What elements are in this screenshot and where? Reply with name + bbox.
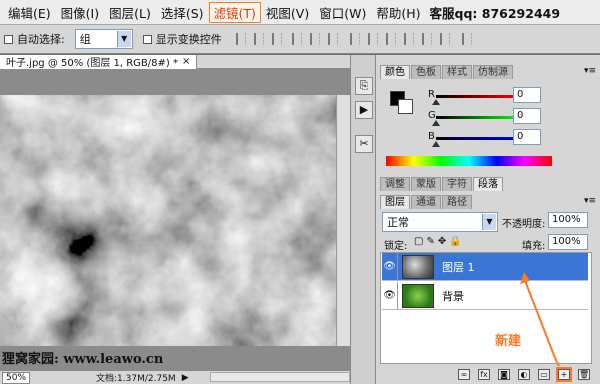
fx-icon[interactable]: fx bbox=[478, 368, 490, 380]
color-spectrum-bar[interactable] bbox=[386, 156, 552, 166]
panels-dock: 颜色 色板 样式 仿制源 ▾≡ R 0 G 0 B 0 调整 蒙版 字符 段落 … bbox=[376, 55, 600, 384]
channel-b-handle[interactable] bbox=[432, 141, 440, 147]
auto-select-value: 组 bbox=[79, 33, 91, 46]
channel-r-slider[interactable] bbox=[436, 95, 518, 98]
menu-bar: 编辑(E) 图像(I) 图层(L) 选择(S) 滤镜(T) 视图(V) 窗口(W… bbox=[0, 0, 600, 24]
tab-paths[interactable]: 路径 bbox=[442, 195, 472, 209]
tab-styles[interactable]: 样式 bbox=[442, 65, 472, 79]
zoom-field[interactable]: 50% bbox=[2, 371, 31, 384]
annotation-arrow bbox=[520, 272, 560, 367]
options-bar: 自动选择: 组 ▼ 显示变换控件 bbox=[0, 24, 600, 54]
tab-layers[interactable]: 图层 bbox=[380, 195, 410, 209]
show-transform-checkbox[interactable] bbox=[142, 34, 152, 44]
distribute-top-icon[interactable] bbox=[349, 33, 360, 45]
chevron-down-icon: ▼ bbox=[116, 31, 131, 47]
layer-thumbnail bbox=[402, 254, 434, 279]
distribute-right-icon[interactable] bbox=[439, 33, 450, 45]
actions-icon[interactable]: ▶ bbox=[355, 101, 373, 119]
adjust-panel-tabs: 调整 蒙版 字符 段落 bbox=[380, 177, 504, 191]
channel-g-slider[interactable] bbox=[436, 116, 518, 119]
align-bottom-icon[interactable] bbox=[271, 33, 282, 45]
auto-select-label: 自动选择: bbox=[17, 33, 65, 46]
tab-paragraph[interactable]: 段落 bbox=[473, 177, 503, 191]
align-top-icon[interactable] bbox=[235, 33, 246, 45]
chevron-down-icon: ▼ bbox=[482, 214, 496, 230]
document-tab-bar: 叶子.jpg @ 50% (图层 1, RGB/8#) * × bbox=[0, 54, 376, 69]
align-vcenter-icon[interactable] bbox=[253, 33, 264, 45]
horizontal-scrollbar[interactable] bbox=[210, 372, 350, 382]
tab-masks[interactable]: 蒙版 bbox=[411, 177, 441, 191]
tab-clone-source[interactable]: 仿制源 bbox=[473, 65, 513, 79]
new-group-icon[interactable]: ▭ bbox=[538, 368, 550, 380]
eye-icon[interactable]: 👁 bbox=[382, 281, 398, 310]
auto-align-icon[interactable] bbox=[461, 33, 472, 45]
fill-label: 填充: bbox=[522, 241, 546, 252]
link-layers-icon[interactable]: ∞ bbox=[458, 368, 470, 380]
channel-g-input[interactable]: 0 bbox=[513, 108, 541, 124]
cloud-texture bbox=[0, 95, 336, 346]
color-panel-tabs: 颜色 色板 样式 仿制源 bbox=[380, 65, 514, 79]
panel-icon-strip: ⎘ ▶ ✂ bbox=[350, 55, 376, 384]
panel-menu-icon[interactable]: ▾≡ bbox=[584, 66, 596, 76]
channel-r-handle[interactable] bbox=[432, 99, 440, 105]
adjustment-layer-icon[interactable]: ◐ bbox=[518, 368, 530, 380]
watermark-text: 狸窝家园: www.leawo.cn bbox=[2, 352, 164, 367]
channel-r-input[interactable]: 0 bbox=[513, 87, 541, 103]
lock-icons[interactable]: ▢✎✥🔒 bbox=[414, 236, 465, 247]
trash-icon[interactable]: 🗑 bbox=[578, 368, 590, 380]
auto-select-dropdown[interactable]: 组 ▼ bbox=[74, 29, 133, 49]
add-mask-icon[interactable]: ◙ bbox=[498, 368, 510, 380]
vertical-scrollbar[interactable] bbox=[336, 95, 350, 346]
menu-filter[interactable]: 滤镜(T) bbox=[208, 1, 261, 23]
opacity-label: 不透明度: bbox=[502, 219, 546, 230]
fill-input[interactable]: 100% bbox=[548, 234, 588, 250]
lock-label: 锁定: bbox=[384, 241, 408, 252]
layer-thumbnail bbox=[402, 283, 434, 308]
menu-select[interactable]: 选择(S) bbox=[156, 3, 209, 22]
align-hcenter-icon[interactable] bbox=[309, 33, 320, 45]
menu-image[interactable]: 图像(I) bbox=[56, 3, 104, 22]
status-arrow-icon[interactable]: ▶ bbox=[182, 373, 189, 383]
service-qq: 客服qq: 876292449 bbox=[429, 5, 561, 21]
distribute-left-icon[interactable] bbox=[403, 33, 414, 45]
document-tab-title: 叶子.jpg @ 50% (图层 1, RGB/8#) * bbox=[6, 58, 178, 69]
auto-select-checkbox[interactable] bbox=[4, 34, 13, 44]
align-left-icon[interactable] bbox=[291, 33, 302, 45]
tool-presets-icon[interactable]: ✂ bbox=[355, 135, 373, 153]
tab-swatches[interactable]: 色板 bbox=[411, 65, 441, 79]
document-tab[interactable]: 叶子.jpg @ 50% (图层 1, RGB/8#) * × bbox=[0, 54, 198, 69]
show-transform-label: 显示变换控件 bbox=[155, 33, 222, 46]
layers-panel-tabs: 图层 通道 路径 bbox=[380, 195, 473, 209]
blend-mode-dropdown[interactable]: 正常 ▼ bbox=[382, 212, 498, 232]
background-color-swatch[interactable] bbox=[398, 99, 413, 114]
align-right-icon[interactable] bbox=[327, 33, 338, 45]
blend-mode-value: 正常 bbox=[387, 216, 409, 229]
tab-color[interactable]: 颜色 bbox=[380, 65, 410, 79]
menu-help[interactable]: 帮助(H) bbox=[371, 3, 425, 22]
annotation-label: 新建 bbox=[495, 334, 522, 349]
menu-window[interactable]: 窗口(W) bbox=[314, 3, 371, 22]
eye-icon[interactable]: 👁 bbox=[382, 252, 398, 281]
layers-panel-menu-icon[interactable]: ▾≡ bbox=[584, 196, 596, 206]
distribute-vcenter-icon[interactable] bbox=[367, 33, 378, 45]
tab-channels[interactable]: 通道 bbox=[411, 195, 441, 209]
canvas-image[interactable] bbox=[0, 95, 336, 346]
menu-edit[interactable]: 编辑(E) bbox=[3, 3, 56, 22]
distribute-hcenter-icon[interactable] bbox=[421, 33, 432, 45]
channel-g-handle[interactable] bbox=[432, 120, 440, 126]
menu-view[interactable]: 视图(V) bbox=[261, 3, 314, 22]
close-icon[interactable]: × bbox=[182, 56, 190, 67]
doc-info: 文档:1.37M/2.75M bbox=[96, 374, 176, 384]
menu-layer[interactable]: 图层(L) bbox=[104, 3, 156, 22]
layer-name: 图层 1 bbox=[442, 260, 475, 274]
new-layer-icon[interactable]: + bbox=[556, 366, 572, 382]
tab-character[interactable]: 字符 bbox=[442, 177, 472, 191]
distribute-bottom-icon[interactable] bbox=[385, 33, 396, 45]
layer-name: 背景 bbox=[442, 289, 464, 303]
channel-b-slider[interactable] bbox=[436, 137, 518, 140]
channel-b-input[interactable]: 0 bbox=[513, 129, 541, 145]
history-icon[interactable]: ⎘ bbox=[355, 77, 373, 95]
tab-adjustments[interactable]: 调整 bbox=[380, 177, 410, 191]
opacity-input[interactable]: 100% bbox=[548, 212, 588, 228]
